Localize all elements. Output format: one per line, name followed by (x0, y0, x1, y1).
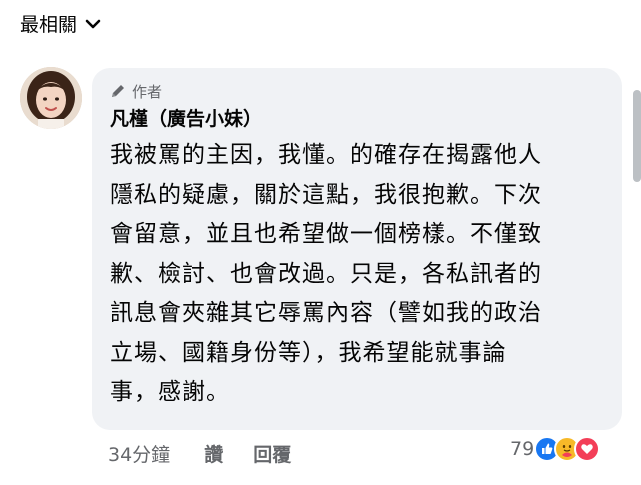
comment-text-line: 歉、檢討、也會改過。只是，各私訊者的 (110, 260, 542, 287)
comment-text-line: 隱私的疑慮，關於這點，我很抱歉。下次 (110, 181, 542, 208)
chevron-down-icon (85, 19, 101, 28)
avatar-photo (20, 67, 82, 129)
comment-bubble: 作者 凡槿（廣告小妹） 我被罵的主因，我懂。的確存在揭露他人 隱私的疑慮，關於這… (92, 68, 622, 430)
like-button[interactable]: 讚 (204, 440, 223, 467)
reaction-summary[interactable]: 79 (510, 436, 601, 462)
pencil-icon (112, 85, 124, 97)
reaction-count: 79 (510, 438, 535, 460)
comment-text-line: 事，感謝。 (110, 379, 230, 405)
love-icon (574, 436, 601, 462)
comment-text-line: 訊息會夾雜其它辱罵內容（譬如我的政治 (110, 300, 542, 326)
comment-text-line: 立場、國籍身份等），我希望能就事論 (110, 339, 507, 366)
author-badge: 作者 (110, 80, 604, 102)
comment-timestamp[interactable]: 34分鐘 (108, 440, 170, 467)
author-badge-label: 作者 (132, 82, 163, 101)
comment-author-name[interactable]: 凡槿（廣告小妹） (110, 106, 604, 132)
comment-text-line: 我被罵的主因，我懂。的確存在揭露他人 (110, 142, 542, 168)
avatar[interactable] (20, 67, 82, 129)
comment-text-line: 會留意，並且也希望做一個榜樣。不僅致 (110, 221, 542, 247)
comment-text: 我被罵的主因，我懂。的確存在揭露他人 隱私的疑慮，關於這點，我很抱歉。下次 會留… (110, 136, 604, 413)
scrollbar-thumb[interactable] (633, 90, 641, 182)
comment-sort-dropdown[interactable]: 最相關 (20, 10, 101, 37)
comment-actions: 34分鐘 讚 回覆 (108, 440, 321, 467)
sort-label: 最相關 (20, 14, 78, 36)
reply-button[interactable]: 回覆 (253, 440, 291, 467)
